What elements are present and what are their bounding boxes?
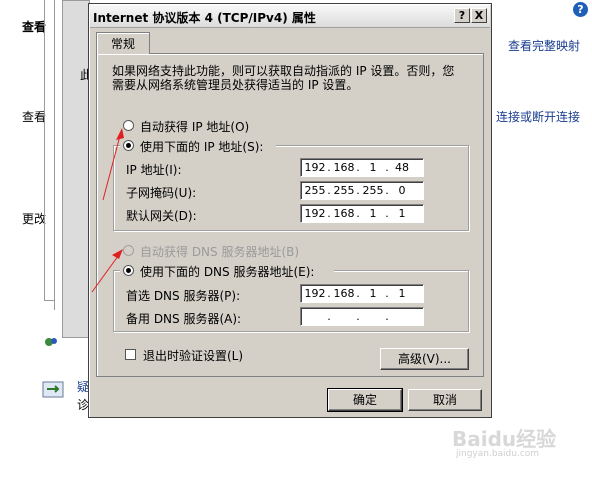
baidu-watermark-url: jingyan.baidu.com bbox=[456, 449, 540, 459]
tab-general[interactable]: 常规 bbox=[96, 32, 150, 54]
annotation-arrow-ip bbox=[102, 131, 122, 201]
annotation-arrows bbox=[91, 128, 124, 293]
baidu-watermark: Baidu经验 bbox=[452, 427, 557, 451]
annotation-arrowhead-dns bbox=[112, 249, 123, 259]
annotation-arrow-dns bbox=[91, 251, 122, 293]
annotation-arrowhead-ip bbox=[116, 128, 124, 140]
